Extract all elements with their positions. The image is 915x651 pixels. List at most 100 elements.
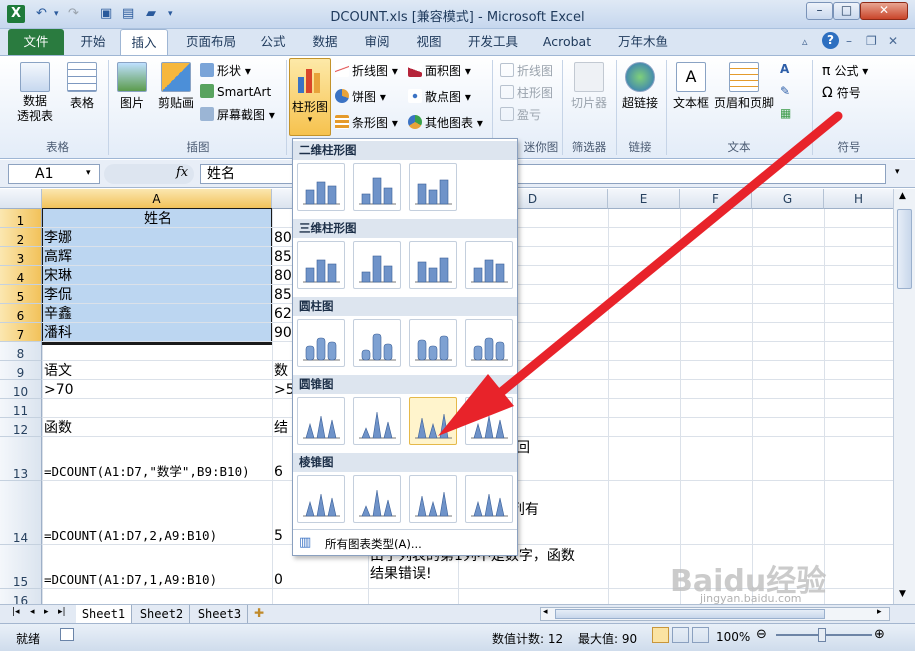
- screenshot-button[interactable]: 屏幕截图 ▾: [200, 106, 275, 123]
- doc-close-icon[interactable]: ✕: [888, 34, 898, 48]
- other-charts-button[interactable]: 其他图表 ▾: [408, 114, 483, 131]
- cell-a[interactable]: 姓名: [42, 210, 272, 228]
- expand-formula-icon[interactable]: ▾: [895, 167, 900, 177]
- shapes-button[interactable]: 形状 ▾: [200, 62, 251, 79]
- slicer-button[interactable]: 切片器: [566, 62, 612, 111]
- select-all-corner[interactable]: [0, 189, 42, 209]
- scatter-chart-button[interactable]: 散点图 ▾: [408, 88, 471, 105]
- tab-developer[interactable]: 开发工具: [460, 29, 526, 55]
- row-header[interactable]: 15: [0, 545, 42, 589]
- chart-type-pyramid-1[interactable]: [297, 475, 345, 523]
- header-footer-button[interactable]: 页眉和页脚: [712, 62, 776, 111]
- hyperlink-button[interactable]: 超链接: [618, 62, 662, 111]
- macro-record-icon[interactable]: [60, 628, 74, 641]
- next-sheet-icon[interactable]: ▸: [44, 607, 49, 617]
- tab-page-layout[interactable]: 页面布局: [178, 29, 244, 55]
- chart-type-2d-column-1[interactable]: [297, 163, 345, 211]
- chart-type-3d-column-4[interactable]: [465, 241, 513, 289]
- textbox-button[interactable]: A 文本框: [670, 62, 712, 111]
- chart-type-2d-column-2[interactable]: [353, 163, 401, 211]
- chart-type-2d-column-3[interactable]: [409, 163, 457, 211]
- horizontal-scrollbar[interactable]: ◂ ▸: [540, 607, 890, 621]
- insert-sheet-icon[interactable]: ✚: [254, 606, 264, 620]
- object-icon[interactable]: ▦: [780, 106, 791, 120]
- column-header-f[interactable]: F: [680, 189, 752, 209]
- sheet-tab-3[interactable]: Sheet3: [192, 605, 248, 623]
- symbol-button[interactable]: Ω 符号: [822, 84, 861, 101]
- cell-a[interactable]: >70: [42, 381, 272, 399]
- ribbon-collapse-icon[interactable]: ▵: [802, 35, 808, 48]
- bar-chart-button[interactable]: 条形图 ▾: [335, 114, 398, 131]
- tab-view[interactable]: 视图: [408, 29, 450, 55]
- tab-acrobat[interactable]: Acrobat: [536, 29, 598, 55]
- page-break-view-icon[interactable]: [692, 627, 709, 643]
- cell-a[interactable]: 高辉: [42, 248, 272, 266]
- clipart-button[interactable]: 剪贴画: [154, 62, 198, 111]
- minimize-button[interactable]: –: [806, 2, 833, 20]
- cell-a[interactable]: 语文: [42, 362, 272, 380]
- chart-type-3d-column-1[interactable]: [297, 241, 345, 289]
- row-header[interactable]: 13: [0, 437, 42, 481]
- chart-type-3d-column-3[interactable]: [409, 241, 457, 289]
- chart-type-cone-4[interactable]: [465, 397, 513, 445]
- area-chart-button[interactable]: 面积图 ▾: [408, 62, 471, 79]
- column-header-e[interactable]: E: [608, 189, 680, 209]
- row-header[interactable]: 12: [0, 418, 42, 437]
- cell-a[interactable]: =DCOUNT(A1:D7,"数学",B9:B10): [42, 463, 272, 481]
- zoom-in-icon[interactable]: ⊕: [874, 627, 885, 642]
- sheet-tab-2[interactable]: Sheet2: [134, 605, 190, 623]
- pie-chart-button[interactable]: 饼图 ▾: [335, 88, 386, 105]
- cell-a[interactable]: 辛鑫: [42, 305, 272, 323]
- insert-function-icon[interactable]: fx: [176, 165, 188, 180]
- chart-type-cone-2[interactable]: [353, 397, 401, 445]
- tab-file[interactable]: 文件: [8, 29, 64, 55]
- column-header-h[interactable]: H: [824, 189, 893, 209]
- line-chart-button[interactable]: 折线图 ▾: [335, 62, 398, 79]
- tab-review[interactable]: 审阅: [356, 29, 398, 55]
- scroll-left-icon[interactable]: ◂: [543, 607, 548, 617]
- sheet-tab-1[interactable]: Sheet1: [76, 605, 132, 623]
- row-header[interactable]: 10: [0, 380, 42, 399]
- row-header[interactable]: 1: [0, 209, 42, 228]
- first-sheet-icon[interactable]: |◂: [12, 607, 20, 617]
- row-header[interactable]: 2: [0, 228, 42, 247]
- page-layout-view-icon[interactable]: [672, 627, 689, 643]
- cell-a[interactable]: =DCOUNT(A1:D7,2,A9:B10): [42, 527, 272, 545]
- row-header[interactable]: 3: [0, 247, 42, 266]
- help-icon[interactable]: ?: [822, 32, 839, 49]
- last-sheet-icon[interactable]: ▸|: [58, 607, 66, 617]
- zoom-level[interactable]: 100%: [716, 630, 750, 644]
- chart-type-pyramid-4[interactable]: [465, 475, 513, 523]
- wordart-icon[interactable]: A: [780, 62, 789, 76]
- cell-b[interactable]: 0: [272, 571, 368, 589]
- signature-line-icon[interactable]: ✎: [780, 84, 790, 98]
- table-button[interactable]: 表格: [62, 62, 102, 111]
- zoom-out-icon[interactable]: ⊖: [756, 627, 767, 642]
- cell-a[interactable]: 函数: [42, 419, 272, 437]
- maximize-button[interactable]: □: [833, 2, 860, 20]
- row-header[interactable]: 14: [0, 481, 42, 545]
- hscroll-thumb[interactable]: [555, 609, 825, 619]
- chart-type-cylinder-4[interactable]: [465, 319, 513, 367]
- all-chart-types-link[interactable]: 所有图表类型(A)...: [325, 536, 422, 552]
- vertical-scrollbar[interactable]: ▲ ▼: [893, 189, 915, 604]
- chart-type-pyramid-3[interactable]: [409, 475, 457, 523]
- row-header[interactable]: 5: [0, 285, 42, 304]
- chart-type-cone-3[interactable]: [409, 397, 457, 445]
- prev-sheet-icon[interactable]: ◂: [30, 607, 35, 617]
- column-chart-button[interactable]: 柱形图 ▾: [289, 58, 331, 136]
- row-header[interactable]: 7: [0, 323, 42, 342]
- row-header[interactable]: 16: [0, 589, 42, 604]
- tab-addin[interactable]: 万年木鱼: [610, 29, 676, 55]
- sparkline-winloss-button[interactable]: 盈亏: [500, 106, 541, 123]
- pivot-table-button[interactable]: 数据 透视表: [10, 62, 60, 124]
- cell-c2[interactable]: 结果错误!: [368, 565, 618, 583]
- sparkline-column-button[interactable]: 柱形图: [500, 84, 553, 101]
- cell-a[interactable]: 宋琳: [42, 267, 272, 285]
- chart-type-cylinder-1[interactable]: [297, 319, 345, 367]
- column-header-g[interactable]: G: [752, 189, 824, 209]
- row-header[interactable]: 6: [0, 304, 42, 323]
- row-header[interactable]: 4: [0, 266, 42, 285]
- row-header[interactable]: 8: [0, 342, 42, 361]
- zoom-slider-thumb[interactable]: [818, 628, 826, 642]
